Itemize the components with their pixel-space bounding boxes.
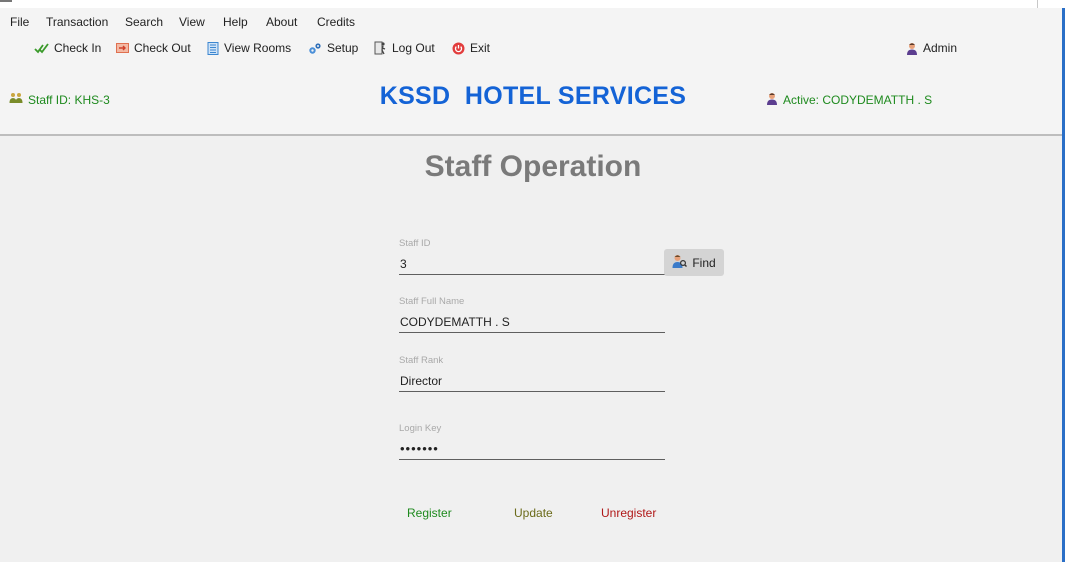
app-window: File Transaction Search View Help About … bbox=[0, 8, 1065, 562]
list-icon bbox=[207, 41, 219, 55]
full-name-field: Staff Full Name CODYDEMATTH . S bbox=[399, 296, 665, 333]
check-in-label: Check In bbox=[54, 41, 102, 55]
user-icon bbox=[766, 92, 778, 108]
menu-credits[interactable]: Credits bbox=[317, 15, 355, 29]
arrow-out-icon bbox=[116, 42, 129, 54]
staff-id-label: Staff ID bbox=[399, 238, 431, 249]
check-in-button[interactable]: Check In bbox=[34, 41, 101, 55]
menu-help[interactable]: Help bbox=[223, 15, 248, 29]
login-key-input[interactable]: ••••••• bbox=[399, 439, 665, 460]
staff-id-field: Staff ID 3 bbox=[399, 238, 665, 275]
check-icon bbox=[34, 42, 49, 54]
admin-user-button[interactable]: Admin bbox=[906, 41, 957, 55]
log-out-button[interactable]: Log Out bbox=[374, 41, 435, 55]
menu-bar: File Transaction Search View Help About … bbox=[0, 8, 1062, 34]
staff-id-input[interactable]: 3 bbox=[399, 254, 665, 275]
power-icon bbox=[452, 42, 465, 55]
staff-id-text: Staff ID: KHS-3 bbox=[28, 92, 110, 107]
login-key-label: Login Key bbox=[399, 423, 442, 434]
log-out-label: Log Out bbox=[392, 41, 435, 55]
update-button[interactable]: Update bbox=[514, 506, 553, 520]
page-title: Staff Operation bbox=[424, 150, 642, 183]
user-icon bbox=[906, 42, 918, 55]
person-search-icon bbox=[672, 254, 688, 271]
menu-search[interactable]: Search bbox=[125, 15, 163, 29]
menu-about[interactable]: About bbox=[266, 15, 297, 29]
rank-label: Staff Rank bbox=[399, 355, 444, 366]
title-strip bbox=[0, 0, 1066, 8]
exit-button[interactable]: Exit bbox=[452, 41, 490, 55]
staff-id-status: Staff ID: KHS-3 bbox=[9, 92, 110, 107]
view-rooms-label: View Rooms bbox=[224, 41, 292, 55]
menu-transaction[interactable]: Transaction bbox=[46, 15, 108, 29]
active-user-text: Active: CODYDEMATTH . S bbox=[783, 93, 933, 107]
app-brand-title: KSSD HOTEL SERVICES bbox=[379, 82, 687, 110]
header-row: Staff ID: KHS-3 KSSD HOTEL SERVICES Acti… bbox=[0, 82, 1062, 118]
exit-label: Exit bbox=[470, 41, 491, 55]
door-exit-icon bbox=[374, 41, 387, 55]
rank-field: Staff Rank Director bbox=[399, 355, 665, 392]
toolbar: Check In Check Out View Rooms Setup Log … bbox=[0, 38, 1062, 60]
setup-button[interactable]: Setup bbox=[308, 41, 358, 55]
setup-label: Setup bbox=[327, 41, 359, 55]
menu-view[interactable]: View bbox=[179, 15, 205, 29]
staff-group-icon bbox=[9, 92, 23, 107]
check-out-label: Check Out bbox=[134, 41, 191, 55]
staff-operation-panel: Staff Operation Staff ID 3 Find Staff Fu… bbox=[0, 136, 1062, 562]
login-key-field: Login Key ••••••• bbox=[399, 423, 665, 460]
gear-icon bbox=[308, 42, 322, 55]
active-user-status: Active: CODYDEMATTH . S bbox=[766, 92, 932, 108]
full-name-label: Staff Full Name bbox=[399, 296, 465, 307]
check-out-button[interactable]: Check Out bbox=[116, 41, 191, 55]
view-rooms-button[interactable]: View Rooms bbox=[207, 41, 291, 55]
find-label: Find bbox=[692, 255, 716, 270]
admin-label: Admin bbox=[923, 41, 958, 55]
menu-file[interactable]: File bbox=[10, 15, 29, 29]
register-button[interactable]: Register bbox=[407, 506, 452, 520]
full-name-input[interactable]: CODYDEMATTH . S bbox=[399, 312, 665, 333]
find-button[interactable]: Find bbox=[664, 249, 724, 276]
rank-input[interactable]: Director bbox=[399, 371, 665, 392]
unregister-button[interactable]: Unregister bbox=[601, 506, 656, 520]
